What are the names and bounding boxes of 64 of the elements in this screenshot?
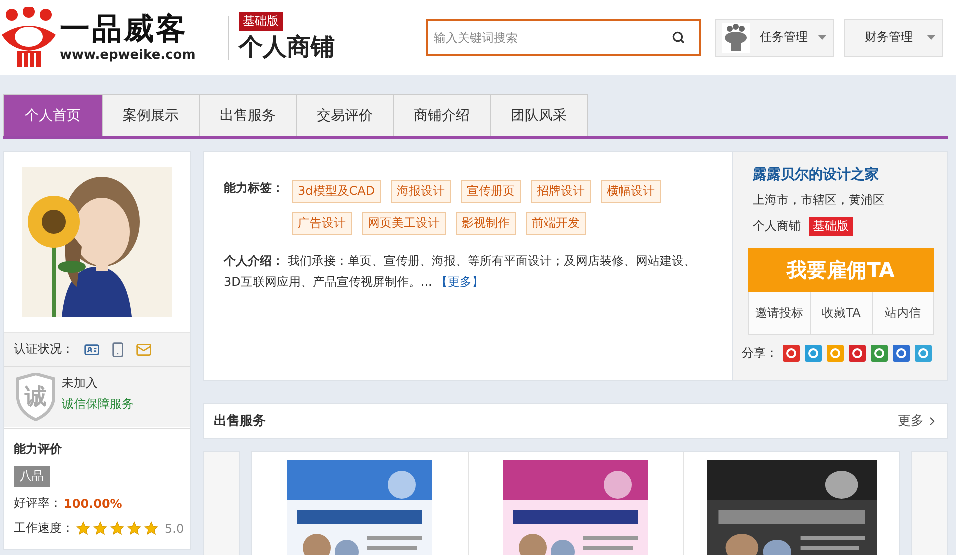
search-icon[interactable]	[672, 31, 685, 44]
envelope-icon[interactable]	[136, 342, 152, 358]
share-icon[interactable]	[893, 345, 910, 362]
grade-badge: 八品	[14, 466, 50, 487]
praise-label: 好评率：	[14, 495, 62, 512]
skill-tag[interactable]: 影视制作	[456, 212, 516, 235]
page-title: 个人商铺	[239, 32, 335, 63]
intro-text: 个人介绍： 我们承接：单页、宣传册、海报、等所有平面设计；及网店装修、网站建设、3D互联网应用、产品宣传视屏制作。... 【更多】	[224, 253, 697, 291]
star-icon	[76, 521, 91, 536]
nav-tab[interactable]: 交易评价	[297, 94, 394, 136]
certification-label: 认证状况：	[14, 341, 74, 358]
skill-tag[interactable]: 3d模型及CAD	[292, 180, 382, 203]
speed-score: 5.0	[165, 522, 184, 536]
integrity-service-link[interactable]: 诚信保障服务	[62, 396, 134, 413]
nav-tab[interactable]: 团队风采	[491, 94, 588, 136]
share-icon[interactable]	[827, 345, 844, 362]
nav-tab[interactable]: 商铺介绍	[394, 94, 491, 136]
share-icon[interactable]	[783, 345, 800, 362]
star-icon	[110, 521, 125, 536]
skill-tag[interactable]: 广告设计	[292, 212, 352, 235]
share-icon[interactable]	[871, 345, 888, 362]
star-icon	[144, 521, 159, 536]
nav-tab[interactable]: 出售服务	[200, 94, 297, 136]
caret-icon	[818, 35, 827, 40]
more-link[interactable]: 【更多】	[436, 275, 484, 289]
phone-icon[interactable]	[110, 342, 126, 358]
nav-tab[interactable]: 案例展示	[103, 94, 200, 136]
action-button[interactable]: 站内信	[872, 292, 933, 334]
skill-tag[interactable]: 前端开发	[526, 212, 586, 235]
skill-tag[interactable]: 横幅设计	[601, 180, 662, 203]
skills-label: 能力标签：	[224, 180, 284, 197]
integrity-status: 未加入	[62, 375, 99, 392]
skill-tag[interactable]: 宣传册页	[461, 180, 522, 203]
edition-badge: 基础版	[239, 12, 283, 31]
caret-icon	[927, 35, 936, 40]
star-icon	[127, 521, 142, 536]
share-label: 分享：	[742, 345, 778, 362]
mascot-icon	[722, 22, 750, 52]
skill-tag[interactable]: 海报设计	[391, 180, 452, 203]
shop-type: 个人商铺	[753, 218, 801, 235]
praise-value: 100.00%	[64, 496, 122, 510]
edition-badge: 基础版	[809, 217, 853, 236]
action-button[interactable]: 邀请投标	[749, 292, 810, 334]
nav-tab[interactable]: 个人首页	[3, 94, 103, 136]
more-link[interactable]: 更多	[898, 412, 939, 430]
shop-name[interactable]: 露露贝尔的设计之家	[753, 166, 934, 184]
share-icon[interactable]	[849, 345, 866, 362]
share-icon[interactable]	[915, 345, 932, 362]
shield-icon: 诚	[14, 373, 58, 421]
share-icon[interactable]	[805, 345, 822, 362]
section-title: 出售服务	[214, 413, 266, 430]
logo-text: 一品威客	[60, 12, 189, 48]
star-icon	[93, 521, 108, 536]
menu-dropdown[interactable]: 任务管理	[715, 18, 834, 56]
menu-dropdown[interactable]: 财务管理	[844, 18, 943, 56]
shop-location: 上海市，市辖区，黄浦区	[753, 192, 886, 209]
action-button[interactable]: 收藏TA	[810, 292, 872, 334]
search-field[interactable]: 输入关键词搜索	[426, 19, 701, 56]
logo-url: www.epweike.com	[60, 48, 196, 63]
speed-label: 工作速度：	[14, 520, 74, 537]
skill-tag[interactable]: 网页美工设计	[362, 212, 446, 235]
skill-tag[interactable]: 招牌设计	[531, 180, 592, 203]
rating-title: 能力评价	[14, 441, 62, 458]
id-card-icon[interactable]	[84, 342, 100, 358]
